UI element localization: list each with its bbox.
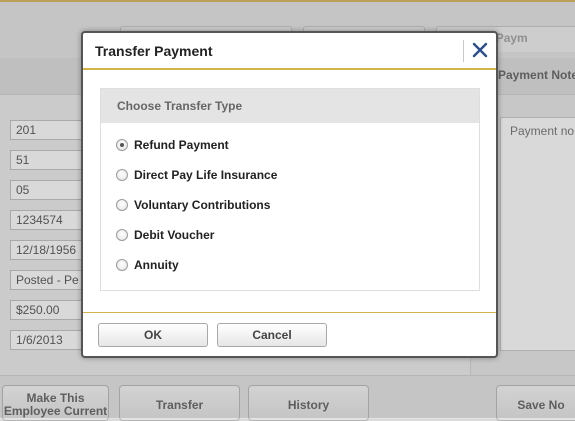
transfer-type-heading: Choose Transfer Type bbox=[101, 89, 479, 123]
option-label: Refund Payment bbox=[134, 138, 229, 152]
option-voluntary-contributions[interactable]: Voluntary Contributions bbox=[116, 195, 270, 215]
dialog-title: Transfer Payment bbox=[95, 43, 213, 59]
option-label: Direct Pay Life Insurance bbox=[134, 168, 278, 182]
option-label: Annuity bbox=[134, 258, 179, 272]
option-label: Voluntary Contributions bbox=[134, 198, 271, 212]
option-refund-payment[interactable]: Refund Payment bbox=[116, 135, 229, 155]
radio-icon[interactable] bbox=[116, 169, 128, 181]
radio-selected-icon[interactable] bbox=[116, 139, 128, 151]
header-divider bbox=[463, 40, 464, 62]
option-direct-pay-life-insurance[interactable]: Direct Pay Life Insurance bbox=[116, 165, 277, 185]
option-debit-voucher[interactable]: Debit Voucher bbox=[116, 225, 214, 245]
cancel-button[interactable]: Cancel bbox=[217, 323, 327, 347]
ok-button[interactable]: OK bbox=[98, 323, 208, 347]
dialog-header: Transfer Payment bbox=[83, 33, 496, 70]
radio-icon[interactable] bbox=[116, 229, 128, 241]
option-label: Debit Voucher bbox=[134, 228, 215, 242]
transfer-type-group: Choose Transfer Type Refund Payment Dire… bbox=[100, 88, 480, 291]
transfer-payment-dialog: Transfer Payment Choose Transfer Type Re… bbox=[81, 31, 498, 358]
close-icon[interactable] bbox=[469, 39, 491, 61]
radio-icon[interactable] bbox=[116, 259, 128, 271]
dialog-footer-divider bbox=[83, 312, 496, 313]
radio-icon[interactable] bbox=[116, 199, 128, 211]
option-annuity[interactable]: Annuity bbox=[116, 255, 179, 275]
